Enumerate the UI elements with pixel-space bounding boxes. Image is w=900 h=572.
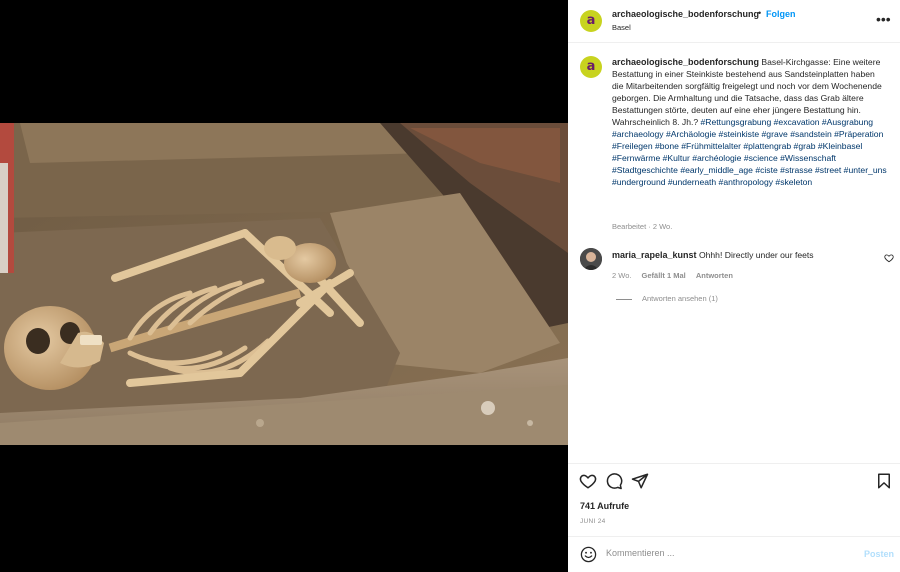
view-count[interactable]: 741 Aufrufe [580,501,629,511]
commenter-username[interactable]: maria_rapela_kunst [612,250,697,260]
separator-dot: • [758,8,762,18]
commenter-avatar-image [580,248,602,270]
emoji-icon[interactable] [580,546,597,563]
post-header: a archaeologische_bodenforschung • Folge… [568,0,900,43]
share-icon[interactable] [631,472,649,490]
caption-username[interactable]: archaeologische_bodenforschung [612,57,759,67]
actions-divider [568,463,900,464]
media-panel [0,0,568,572]
comment-text: Ohhh! Directly under our feets [698,250,814,260]
reply-button[interactable]: Antworten [696,271,733,280]
comment-likes[interactable]: Gefällt 1 Mal [642,271,686,280]
comment-meta: 2 Wo. Gefällt 1 Mal Antworten [612,271,741,280]
view-replies-label: Antworten ansehen (1) [642,294,718,303]
post-side-panel: a archaeologische_bodenforschung • Folge… [568,0,900,572]
post-photo[interactable] [0,123,568,445]
post-location[interactable]: Basel [612,23,631,32]
view-replies-button[interactable]: Antworten ansehen (1) [616,294,718,303]
instagram-post-view: a archaeologische_bodenforschung • Folge… [0,0,900,572]
skeleton-excavation-image [0,123,568,445]
comment-like-icon[interactable] [884,253,894,263]
comment-body: maria_rapela_kunst Ohhh! Directly under … [612,249,872,261]
replies-line [616,298,632,300]
avatar-letter: a [586,12,596,28]
heart-icon[interactable] [579,472,597,490]
post-comment-button[interactable]: Posten [864,549,894,559]
post-date: JUNI 24 [580,518,606,525]
caption-hashtags[interactable]: #Rettungsgrabung #excavation #Ausgrabung… [612,117,887,187]
more-options-icon[interactable]: ••• [876,11,891,27]
comment-icon[interactable] [605,472,623,490]
follow-button[interactable]: Folgen [766,9,796,19]
comment-input[interactable] [606,548,846,558]
author-username[interactable]: archaeologische_bodenforschung [612,9,759,19]
avatar-letter: a [586,58,596,74]
comment-age: 2 Wo. [612,271,632,280]
author-avatar[interactable]: a [580,10,602,32]
caption-meta: Bearbeitet · 2 Wo. [612,222,673,231]
post-caption: archaeologische_bodenforschung Basel-Kir… [612,56,888,188]
caption-author-avatar[interactable]: a [580,56,602,78]
commenter-avatar[interactable] [580,248,602,270]
bookmark-icon[interactable] [875,472,893,490]
comment-composer: Posten [568,536,900,572]
